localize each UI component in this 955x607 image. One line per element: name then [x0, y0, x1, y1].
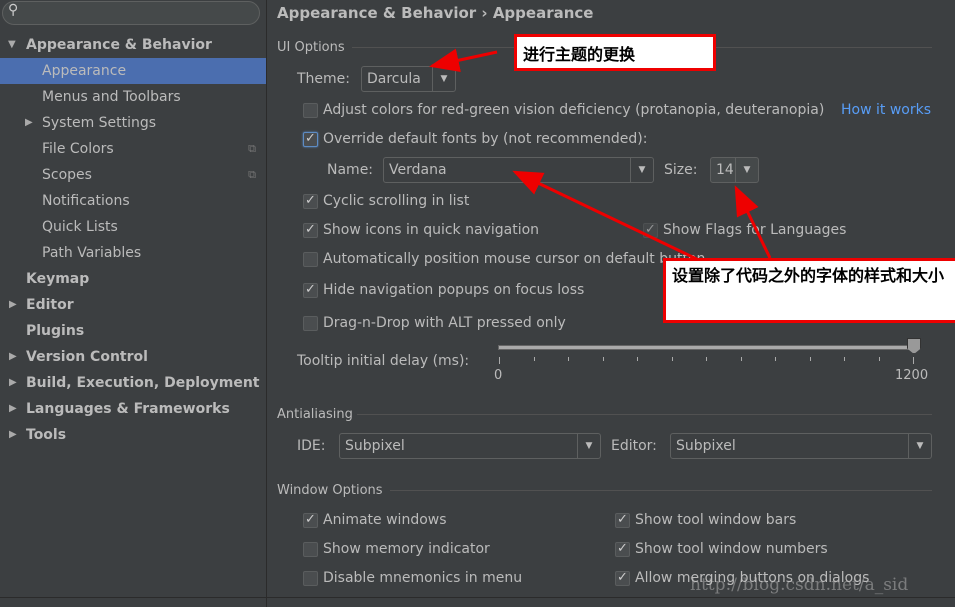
annotation-theme-note: 进行主题的更换: [514, 34, 716, 71]
arrow-to-theme: [429, 48, 498, 73]
annotation-font-note: 设置除了代码之外的字体的样式和大小: [663, 258, 955, 323]
watermark: http://blog.csdn.net/a_sid: [690, 575, 909, 595]
arrow-to-font-name: [512, 170, 706, 265]
arrow-to-font-size: [734, 185, 772, 259]
